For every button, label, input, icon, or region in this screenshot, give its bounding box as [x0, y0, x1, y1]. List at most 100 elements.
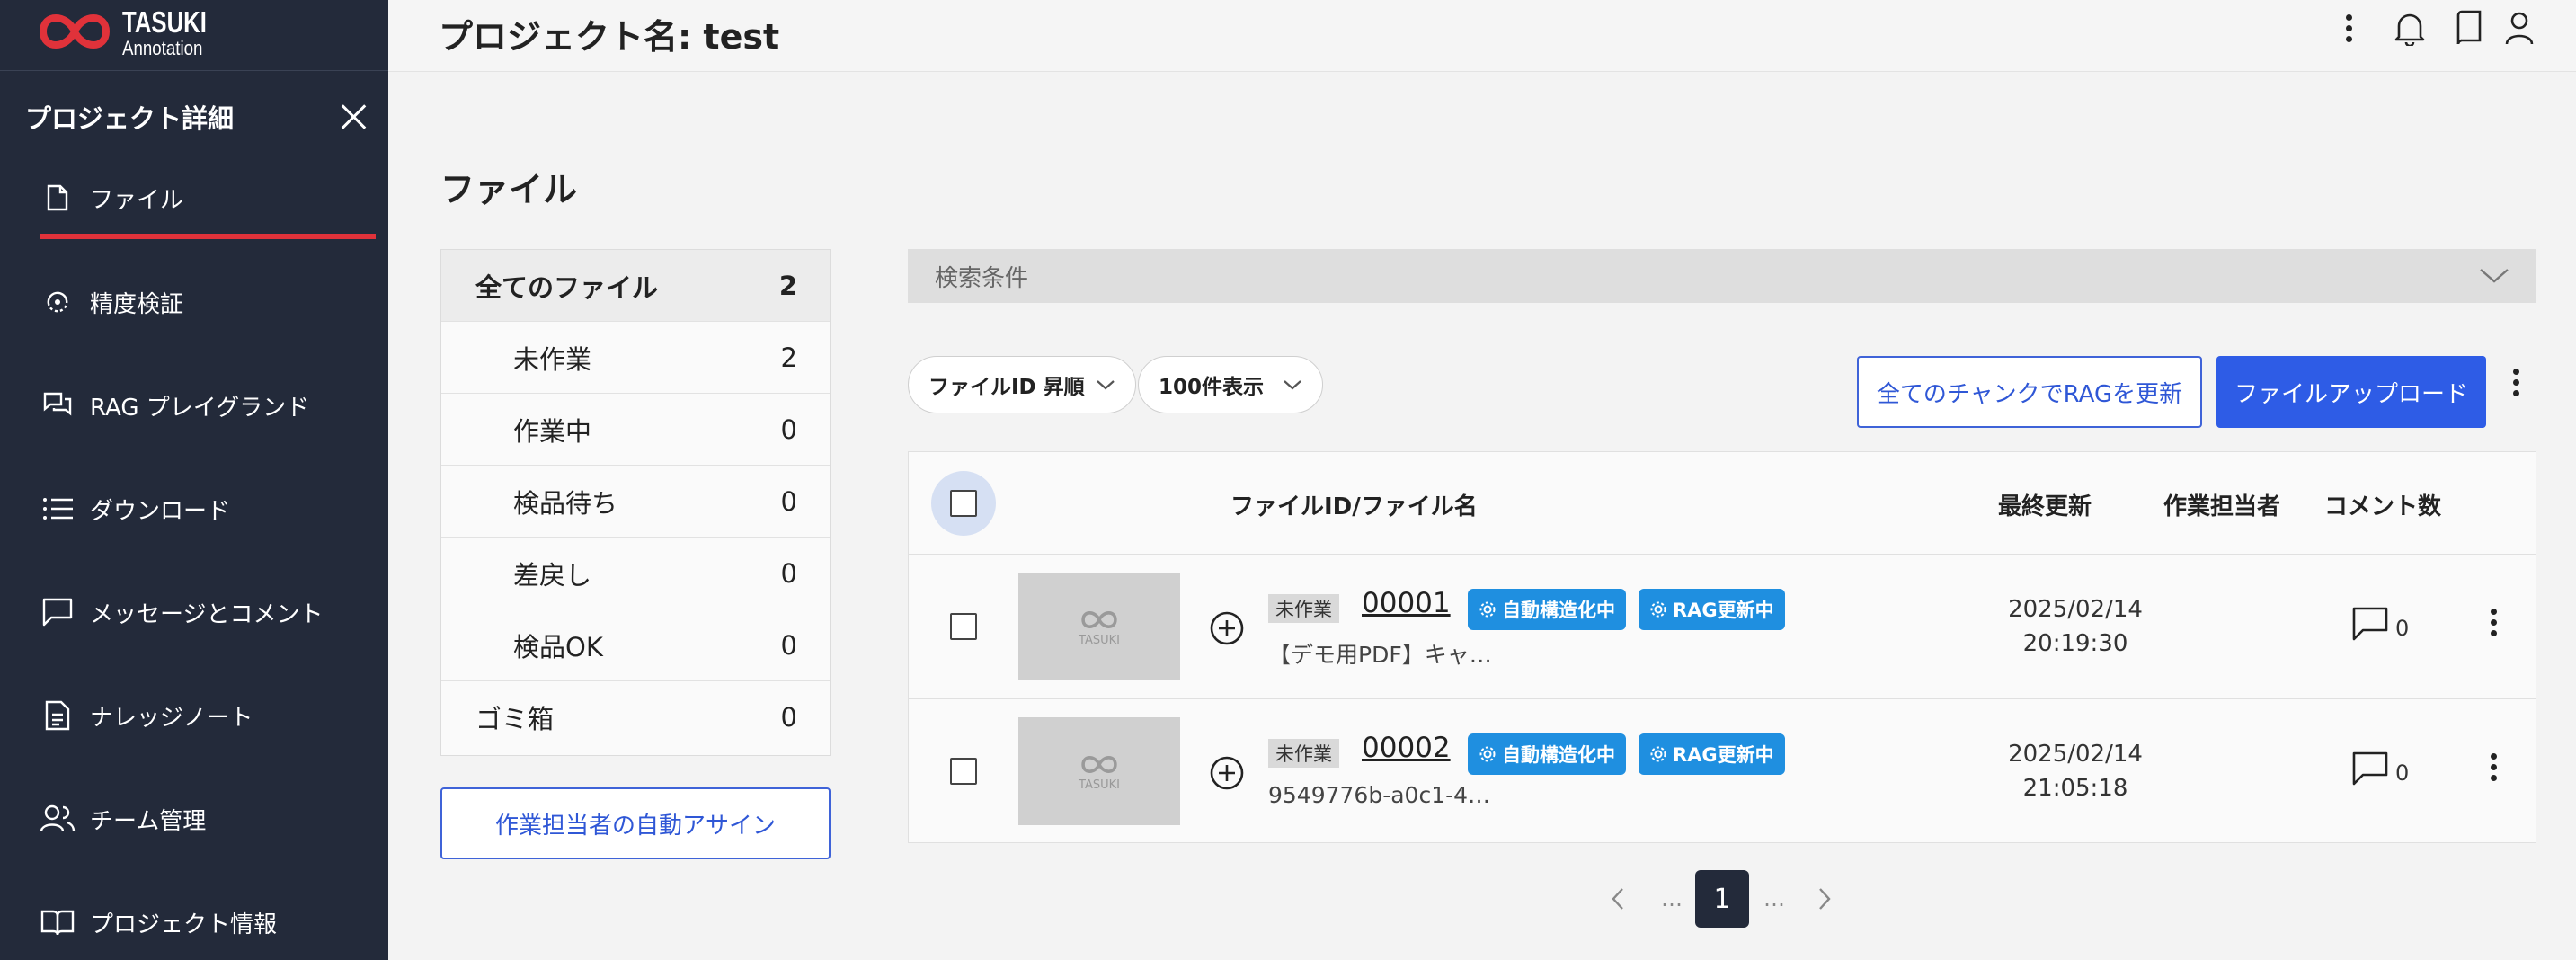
badge-label: 自動構造化中: [1502, 744, 1615, 766]
logo-mark-icon: [39, 14, 111, 49]
sidebar-item-messages[interactable]: メッセージとコメント: [40, 585, 381, 639]
sidebar: TASUKI Annotation プロジェクト詳細 ファイル 精度検証 RAG…: [0, 0, 388, 960]
chat-bubbles-icon: [40, 387, 76, 423]
status-item-not-started[interactable]: 未作業 2: [441, 322, 830, 394]
sidebar-item-download[interactable]: ダウンロード: [40, 482, 381, 536]
updated-time: 20:19:30: [2022, 630, 2128, 657]
row-checkbox[interactable]: [931, 594, 996, 659]
comment-icon: [2352, 607, 2388, 641]
sidebar-divider: [0, 70, 388, 71]
chevron-right-icon: [1819, 888, 1831, 910]
comment-count-button[interactable]: 0: [2352, 751, 2409, 786]
chevron-down-icon: [2480, 269, 2509, 283]
file-name: 9549776b-a0c1-4…: [1268, 782, 1491, 808]
sidebar-item-rag-playground[interactable]: RAG プレイグランド: [40, 378, 381, 432]
logo-subtitle: Annotation: [122, 36, 203, 59]
work-status-tag: 未作業: [1268, 739, 1339, 768]
status-count: 0: [780, 702, 797, 733]
per-page-select[interactable]: 100件表示: [1138, 356, 1323, 413]
status-label: 未作業: [513, 343, 592, 375]
search-conditions-toggle[interactable]: 検索条件: [908, 249, 2536, 303]
active-indicator: [40, 234, 376, 239]
close-icon[interactable]: [338, 101, 370, 133]
sidebar-item-label: チーム管理: [90, 807, 207, 835]
status-item-trash[interactable]: ゴミ箱 0: [441, 681, 830, 753]
next-page-button[interactable]: [1807, 870, 1843, 928]
sidebar-item-knowledge-note[interactable]: ナレッジノート: [40, 689, 381, 742]
updated-date: 2025/02/14: [2008, 741, 2143, 768]
select-all-checkbox[interactable]: [931, 471, 996, 536]
file-thumbnail[interactable]: TASUKI: [1018, 573, 1180, 680]
auto-structuring-badge: 自動構造化中: [1468, 733, 1626, 775]
manual-book-icon[interactable]: [2447, 5, 2492, 50]
file-name: 【デモ用PDF】キャ…: [1268, 642, 1492, 668]
comment-count: 0: [2395, 616, 2410, 641]
more-menu-icon[interactable]: [2326, 5, 2371, 50]
status-label: ゴミ箱: [475, 704, 555, 734]
checkbox: [950, 758, 977, 785]
auto-assign-button[interactable]: 作業担当者の自動アサイン: [440, 787, 831, 859]
logo-mark-icon: [1081, 610, 1117, 628]
page-title: プロジェクト名: test: [439, 17, 780, 57]
comment-icon: [2352, 751, 2388, 786]
file-upload-button[interactable]: ファイルアップロード: [2216, 356, 2486, 428]
page-number-current[interactable]: 1: [1695, 870, 1749, 928]
sidebar-item-accuracy[interactable]: 精度検証: [40, 275, 381, 329]
file-table: ファイルID/ファイル名 最終更新 作業担当者 コメント数 TASUKI 未作業…: [908, 451, 2536, 843]
status-item-in-progress[interactable]: 作業中 0: [441, 394, 830, 466]
logo-title: TASUKI: [122, 4, 207, 39]
per-page-select-value: 100件表示: [1159, 376, 1265, 399]
sidebar-item-project-info[interactable]: プロジェクト情報: [40, 895, 381, 949]
message-icon: [40, 594, 76, 630]
sort-select-value: ファイルID 昇順: [928, 376, 1085, 399]
logo-mark-icon: [1081, 755, 1117, 773]
file-id-link[interactable]: 00001: [1362, 587, 1451, 619]
last-updated: 2025/02/14 20:19:30: [1968, 592, 2183, 661]
table-row[interactable]: TASUKI 未作業 00002 自動構造化中 RAG更新中 9549776b-…: [909, 699, 2536, 844]
bell-icon[interactable]: [2387, 5, 2432, 50]
user-icon[interactable]: [2497, 5, 2542, 50]
table-row[interactable]: TASUKI 未作業 00001 自動構造化中 RAG更新中 【デモ用PDF】キ…: [909, 555, 2536, 699]
sort-select[interactable]: ファイルID 昇順: [908, 356, 1136, 413]
sidebar-item-label: ダウンロード: [90, 497, 231, 525]
status-count: 2: [778, 270, 797, 301]
status-label: 差戻し: [513, 559, 592, 591]
last-updated: 2025/02/14 21:05:18: [1968, 737, 2183, 805]
team-icon: [40, 801, 76, 837]
sidebar-item-team[interactable]: チーム管理: [40, 792, 381, 846]
more-actions-icon[interactable]: [2502, 361, 2529, 403]
prev-page-button[interactable]: [1600, 870, 1636, 928]
status-item-awaiting-inspection[interactable]: 検品待ち 0: [441, 466, 830, 538]
sidebar-item-label: プロジェクト情報: [90, 911, 278, 938]
accuracy-icon: [40, 284, 76, 320]
work-status-tag: 未作業: [1268, 594, 1339, 623]
auto-structuring-badge: 自動構造化中: [1468, 589, 1626, 630]
rag-updating-badge: RAG更新中: [1639, 733, 1785, 775]
updated-date: 2025/02/14: [2008, 596, 2143, 623]
comment-count-button[interactable]: 0: [2352, 607, 2409, 641]
file-id-link[interactable]: 00002: [1362, 732, 1451, 764]
thumbnail-text: TASUKI: [1079, 778, 1120, 792]
file-icon: [40, 180, 76, 216]
search-conditions-label: 検索条件: [935, 264, 1029, 292]
sidebar-item-label: 精度検証: [90, 290, 184, 318]
sidebar-title: プロジェクト詳細: [25, 103, 235, 134]
status-item-returned[interactable]: 差戻し 0: [441, 538, 830, 609]
status-item-inspection-ok[interactable]: 検品OK 0: [441, 609, 830, 681]
row-more-icon[interactable]: [2480, 601, 2507, 643]
add-circle-icon[interactable]: [1209, 610, 1245, 646]
sidebar-item-files[interactable]: ファイル: [40, 171, 381, 225]
thumbnail-text: TASUKI: [1079, 633, 1120, 647]
add-circle-icon[interactable]: [1209, 755, 1245, 791]
status-item-all[interactable]: 全てのファイル 2: [441, 250, 830, 322]
row-checkbox[interactable]: [931, 739, 996, 804]
checkbox: [950, 490, 977, 517]
file-thumbnail[interactable]: TASUKI: [1018, 717, 1180, 825]
sidebar-item-label: RAG プレイグランド: [90, 394, 310, 422]
app-logo[interactable]: TASUKI Annotation: [36, 4, 230, 61]
chevron-down-icon: [1097, 380, 1115, 390]
row-more-icon[interactable]: [2480, 746, 2507, 787]
status-label: 検品OK: [513, 631, 603, 662]
gear-icon: [1650, 746, 1666, 762]
refresh-rag-all-chunks-button[interactable]: 全てのチャンクでRAGを更新: [1857, 356, 2202, 428]
